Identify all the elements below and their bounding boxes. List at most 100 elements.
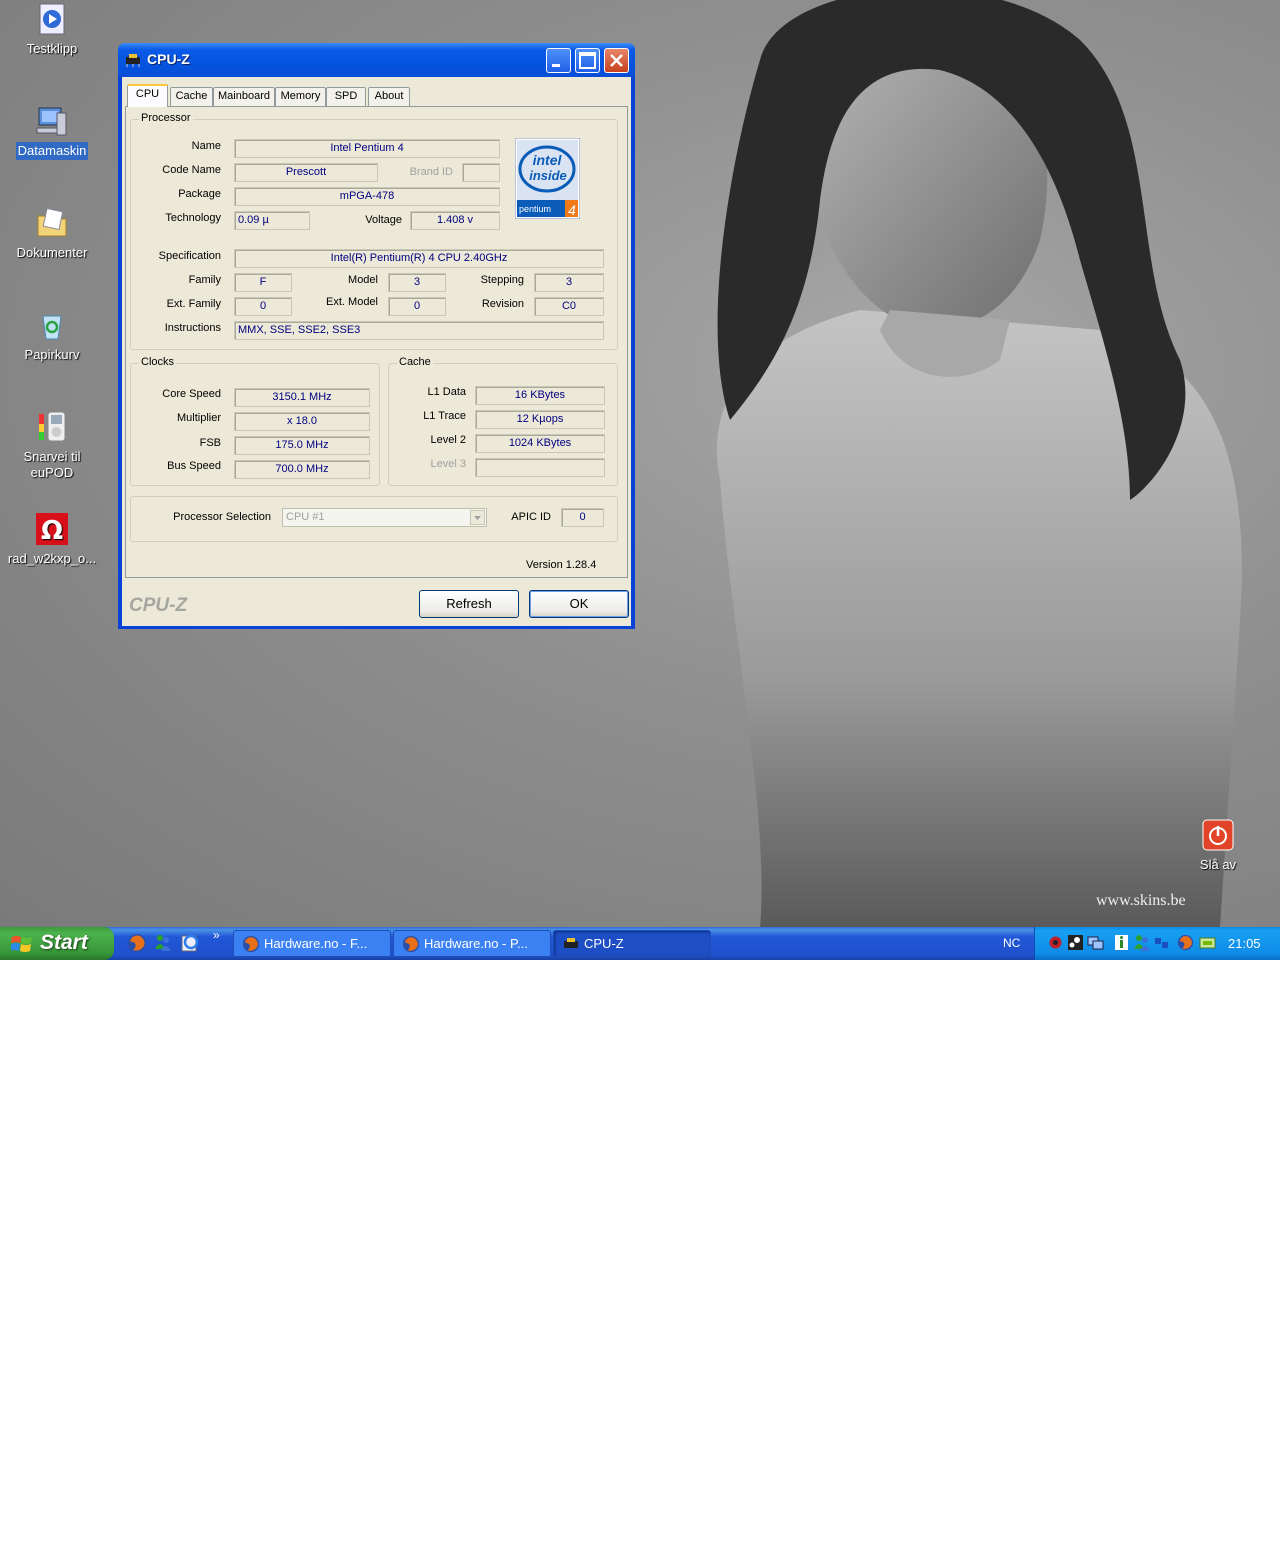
info-tray-icon[interactable]: [1113, 934, 1130, 951]
window-client: CPU Cache Mainboard Memory SPD About Pro…: [122, 77, 631, 626]
task-label: Hardware.no - P...: [424, 936, 528, 951]
wallpaper-photo: [716, 0, 1242, 927]
cpuz-window: CPU-Z CPU Cache Mainboard Memory SPD Abo…: [118, 43, 635, 629]
processor-selection-dropdown[interactable]: CPU #1: [282, 508, 487, 527]
l1-data-value: 16 KBytes: [475, 386, 605, 405]
name-label: Name: [191, 140, 221, 152]
tab-memory[interactable]: Memory: [275, 87, 326, 106]
level3-label: Level 3: [430, 458, 466, 470]
desktop-icon-testklipp[interactable]: Testklipp: [0, 2, 104, 58]
code-name-value: Prescott: [234, 163, 378, 182]
firefox-icon: [242, 935, 260, 953]
intel-logo-text: intel: [533, 152, 563, 168]
level3-value: [475, 458, 605, 477]
tab-cache[interactable]: Cache: [170, 87, 213, 106]
core-speed-label: Core Speed: [162, 388, 221, 400]
title-bar[interactable]: CPU-Z: [118, 43, 635, 77]
firefox-icon: [402, 935, 420, 953]
desktop-icon-rad-w2kxp[interactable]: Ω rad_w2kxp_o...: [0, 512, 104, 568]
bus-speed-value: 700.0 MHz: [234, 460, 370, 479]
wallpaper-watermark: www.skins.be: [1096, 892, 1186, 909]
l1-data-label: L1 Data: [427, 386, 466, 398]
brand-id-label: Brand ID: [409, 166, 453, 178]
desktop-icon-label: rad_w2kxp_o...: [7, 551, 97, 566]
apic-id-value: 0: [561, 508, 604, 527]
l1-trace-value: 12 Kµops: [475, 410, 605, 429]
maximize-button[interactable]: [575, 48, 600, 73]
network-tray-icon[interactable]: [1087, 934, 1104, 951]
clock[interactable]: 21:05: [1228, 936, 1261, 951]
multiplier-label: Multiplier: [176, 412, 221, 424]
task-label: CPU-Z: [584, 936, 624, 951]
desktop-icon-eupod[interactable]: Snarvei til euPOD: [0, 410, 104, 482]
desktop-icon-datamaskin[interactable]: Datamaskin: [0, 104, 104, 160]
documents-folder-icon: [35, 206, 69, 240]
code-name-label: Code Name: [162, 164, 221, 176]
quicklaunch-chevron[interactable]: »: [213, 928, 220, 942]
media-clip-icon: [35, 2, 69, 36]
instructions-value: MMX, SSE, SSE2, SSE3: [234, 321, 604, 340]
inside-logo-text: inside: [529, 168, 567, 183]
nvidia-tray-icon[interactable]: [1199, 934, 1216, 951]
start-button[interactable]: Start: [0, 927, 114, 960]
steam-tray-icon[interactable]: [1067, 934, 1084, 951]
shutdown-icon: [1201, 818, 1235, 852]
taskbar-button-cpuz[interactable]: CPU-Z: [553, 930, 711, 957]
model-label: Model: [348, 274, 378, 286]
taskbar-button-hardware-1[interactable]: Hardware.no - F...: [233, 930, 391, 957]
firefox-tray-icon[interactable]: [1177, 934, 1194, 951]
intel-pentium4-logo: intel inside pentium 4: [515, 138, 580, 219]
desktop-icon-papirkurv[interactable]: Papirkurv: [0, 308, 104, 364]
desktop-icon-sla-av[interactable]: Slå av: [1166, 818, 1270, 874]
model-value: 3: [388, 273, 446, 292]
cpuz-app-icon: [564, 938, 578, 948]
processor-selection-value: CPU #1: [286, 511, 325, 523]
minimize-icon: [552, 64, 560, 67]
tab-spd[interactable]: SPD: [326, 87, 366, 106]
pentium-4-logo-text: 4: [568, 202, 576, 218]
desktop-icon-label: Testklipp: [26, 41, 78, 56]
close-icon: [610, 54, 623, 67]
taskbar: Start » Hardware.no - F... Hardware.no -…: [0, 927, 1280, 960]
technology-label: Technology: [165, 212, 221, 224]
version-label: Version 1.28.4: [526, 559, 597, 571]
tab-cpu[interactable]: CPU: [127, 84, 168, 107]
gear-tray-icon[interactable]: [1047, 934, 1064, 951]
multiplier-value: x 18.0: [234, 412, 370, 431]
cpuz-brand-text: CPU-Z: [129, 595, 188, 616]
clocks-group-title: Clocks: [139, 356, 177, 368]
maximize-icon: [579, 52, 596, 69]
close-button[interactable]: [604, 48, 629, 73]
pentium-logo-text: pentium: [519, 204, 551, 214]
revision-label: Revision: [481, 298, 524, 310]
voltage-value: 1.408 v: [410, 211, 500, 230]
family-value: F: [234, 273, 292, 292]
instructions-label: Instructions: [164, 322, 221, 334]
taskbar-button-hardware-2[interactable]: Hardware.no - P...: [393, 930, 551, 957]
internet-explorer-quicklaunch-icon[interactable]: [180, 933, 200, 953]
ok-button[interactable]: OK: [529, 590, 629, 618]
bus-speed-label: Bus Speed: [167, 460, 221, 472]
bluetooth-tray-icon[interactable]: [1153, 934, 1170, 951]
minimize-button[interactable]: [546, 48, 571, 73]
tab-about[interactable]: About: [368, 87, 410, 106]
ipod-shortcut-icon: [35, 410, 69, 444]
chevron-down-icon[interactable]: [470, 510, 485, 525]
desktop-icon-dokumenter[interactable]: Dokumenter: [0, 206, 104, 262]
refresh-button[interactable]: Refresh: [419, 590, 519, 618]
processor-group: Processor Name Intel Pentium 4 Code Name…: [130, 112, 618, 350]
level2-value: 1024 KBytes: [475, 434, 605, 453]
ext-family-value: 0: [234, 297, 292, 316]
desktop-icon-label: Datamaskin: [15, 142, 89, 160]
tab-mainboard[interactable]: Mainboard: [213, 87, 275, 106]
firefox-quicklaunch-icon[interactable]: [127, 933, 147, 953]
messenger-quicklaunch-icon[interactable]: [153, 933, 173, 953]
messenger-tray-icon[interactable]: [1133, 934, 1150, 951]
fsb-value: 175.0 MHz: [234, 436, 370, 455]
language-indicator[interactable]: NC: [1003, 936, 1020, 950]
specification-value: Intel(R) Pentium(R) 4 CPU 2.40GHz: [234, 249, 604, 268]
recycle-bin-icon: [35, 308, 69, 342]
fsb-label: FSB: [199, 437, 221, 449]
stepping-label: Stepping: [480, 274, 524, 286]
desktop-icon-label: Dokumenter: [16, 245, 88, 260]
